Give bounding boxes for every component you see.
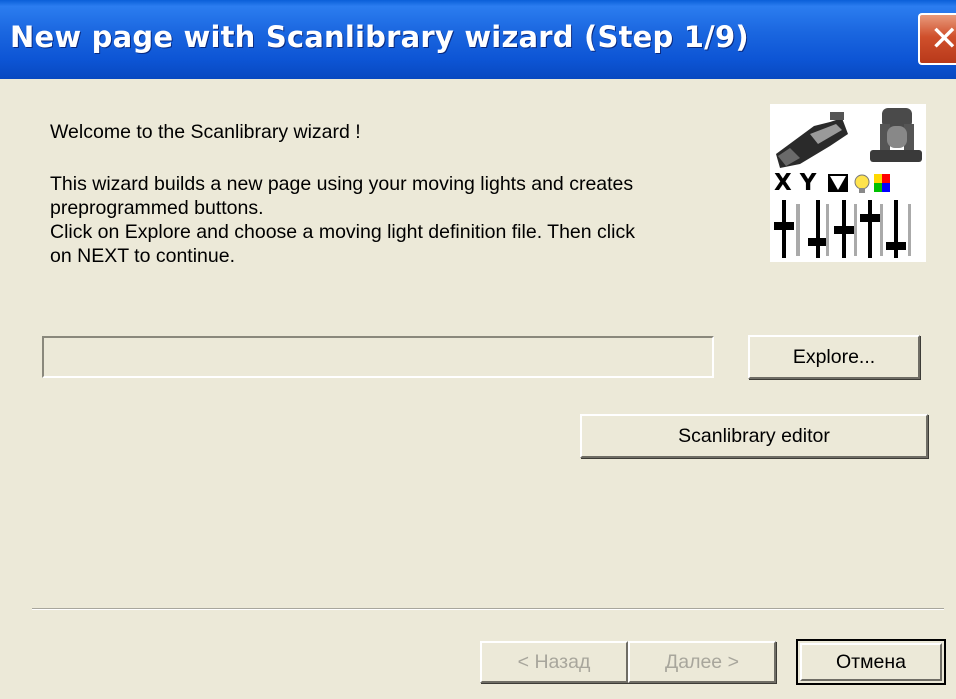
close-button[interactable]: ✕ [918,13,956,65]
moving-lights-icon: X Y [774,108,922,258]
next-button[interactable]: Далее > [628,641,776,683]
definition-file-path-field[interactable] [42,336,714,378]
description-line-4: on NEXT to continue. [50,245,236,267]
description-line-3: Click on Explore and choose a moving lig… [50,221,635,243]
cancel-button-label: Отмена [836,650,906,673]
title-bar[interactable]: New page with Scanlibrary wizard (Step 1… [0,0,956,79]
back-button[interactable]: < Назад [480,641,628,683]
scanlibrary-editor-button[interactable]: Scanlibrary editor [580,414,928,458]
description-line-1: This wizard builds a new page using your… [50,173,634,195]
welcome-text: Welcome to the Scanlibrary wizard ! [50,121,361,143]
wizard-window: New page with Scanlibrary wizard (Step 1… [0,0,956,699]
logo-xy: X Y [774,170,817,196]
description-line-2: preprogrammed buttons. [50,197,264,219]
close-icon: ✕ [930,19,956,59]
cancel-button[interactable]: Отмена [796,639,946,685]
window-title: New page with Scanlibrary wizard (Step 1… [10,20,749,54]
explore-button[interactable]: Explore... [748,335,920,379]
separator [32,608,944,610]
wizard-logo: X Y [770,104,926,262]
